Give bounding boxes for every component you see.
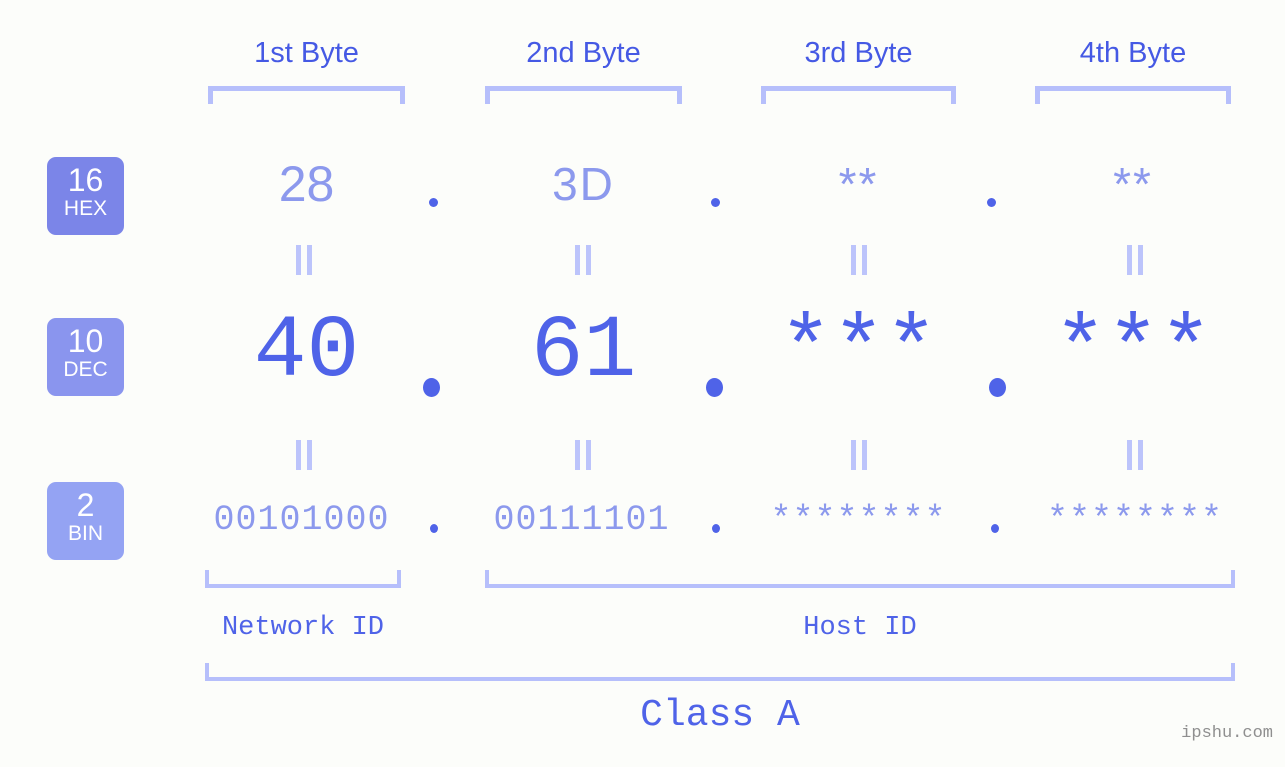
base-badge-dec-number: 10: [67, 323, 104, 359]
dec-byte-3: ***: [779, 303, 938, 402]
dec-separator-dot-2: [706, 378, 723, 397]
bin-separator-dot-2: [712, 524, 720, 533]
hex-byte-4: **: [1113, 158, 1153, 210]
host-id-label: Host ID: [803, 613, 917, 643]
byte-header-2: 2nd Byte: [526, 37, 641, 69]
base-badge-hex: 16 HEX: [47, 157, 124, 235]
dec-separator-dot-3: [989, 378, 1006, 397]
equals-mark-hex-dec-1: [294, 245, 314, 275]
equals-mark-hex-dec-2: [573, 245, 593, 275]
hex-byte-3: **: [838, 158, 879, 210]
class-label: Class A: [640, 694, 800, 737]
base-badge-bin-abbr: BIN: [67, 522, 103, 545]
equals-mark-hex-dec-4: [1125, 245, 1145, 275]
bin-separator-dot-3: [991, 524, 999, 533]
byte-bracket-1: [208, 86, 405, 104]
bin-byte-1: 00101000: [213, 500, 390, 540]
ip-address-breakdown-diagram: 1st Byte 2nd Byte 3rd Byte 4th Byte 16 H…: [0, 0, 1285, 767]
base-badge-bin-number: 2: [76, 487, 95, 523]
bin-separator-dot-1: [430, 524, 438, 533]
hex-separator-dot-2: [711, 198, 720, 207]
base-badge-dec-abbr: DEC: [63, 358, 108, 381]
byte-header-3: 3rd Byte: [804, 37, 913, 69]
network-id-bracket: [205, 570, 401, 588]
hex-byte-2: 3D: [552, 158, 615, 210]
byte-bracket-2: [485, 86, 682, 104]
bin-byte-4: ********: [1046, 500, 1224, 540]
dec-separator-dot-1: [423, 378, 440, 397]
dec-byte-4: ***: [1053, 303, 1213, 402]
dec-byte-2: 61: [530, 303, 637, 402]
bin-byte-2: 00111101: [493, 500, 670, 540]
hex-separator-dot-3: [987, 198, 996, 207]
network-id-label: Network ID: [221, 613, 385, 643]
dec-byte-1: 40: [253, 303, 360, 402]
byte-bracket-4: [1035, 86, 1231, 104]
base-badge-bin: 2 BIN: [47, 482, 124, 560]
equals-mark-dec-bin-1: [294, 440, 314, 470]
base-badge-dec: 10 DEC: [47, 318, 124, 396]
byte-header-1: 1st Byte: [254, 37, 359, 69]
hex-separator-dot-1: [429, 198, 438, 207]
host-id-bracket: [485, 570, 1235, 588]
base-badge-hex-abbr: HEX: [63, 197, 108, 220]
hex-byte-1: 28: [278, 156, 335, 212]
byte-header-4: 4th Byte: [1079, 37, 1187, 69]
watermark: ipshu.com: [1181, 724, 1273, 743]
base-badge-hex-number: 16: [67, 162, 104, 198]
class-bracket: [205, 663, 1235, 681]
equals-mark-dec-bin-4: [1125, 440, 1145, 470]
byte-bracket-3: [761, 86, 956, 104]
equals-mark-dec-bin-3: [849, 440, 869, 470]
bin-byte-3: ********: [770, 500, 947, 540]
equals-mark-hex-dec-3: [849, 245, 869, 275]
equals-mark-dec-bin-2: [573, 440, 593, 470]
